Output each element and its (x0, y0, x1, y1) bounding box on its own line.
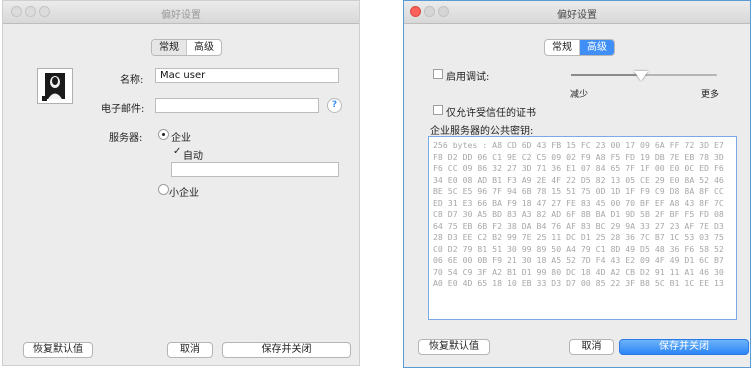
title-bar: 偏好设置 (404, 1, 750, 24)
slider-max-label: 更多 (701, 90, 720, 100)
public-key-text-area[interactable]: 256 bytes : A8 CD 6D 43 FB 15 FC 23 00 1… (428, 136, 737, 320)
server-enterprise-radio[interactable] (158, 129, 169, 140)
save-and-close-button[interactable]: 保存并关闭 (619, 339, 749, 355)
server-small-business-radio[interactable] (158, 184, 169, 195)
email-label: 电子邮件: (101, 104, 145, 115)
slider-fill (571, 74, 642, 76)
tab-advanced[interactable]: 高级 (580, 40, 614, 55)
cancel-button[interactable]: 取消 (167, 342, 213, 358)
server-enterprise-label: 企业 (171, 133, 191, 144)
help-button[interactable]: ? (327, 98, 342, 113)
contact-card-portrait-icon[interactable] (37, 68, 73, 104)
cancel-button[interactable]: 取消 (569, 339, 614, 355)
server-address-field[interactable] (171, 162, 339, 177)
tab-advanced[interactable]: 高级 (187, 40, 221, 55)
name-field[interactable]: Mac user (155, 68, 339, 83)
tab-segmented-control: 常规 高级 (544, 39, 615, 56)
save-and-close-button[interactable]: 保存并关闭 (222, 342, 351, 358)
tab-general[interactable]: 常规 (152, 40, 186, 55)
enable-debug-label: 启用调试: (446, 72, 490, 83)
title-bar: 偏好设置 (3, 1, 359, 24)
tab-general[interactable]: 常规 (545, 40, 579, 55)
restore-defaults-button[interactable]: 恢复默认值 (418, 339, 490, 355)
server-small-business-label: 小企业 (169, 188, 199, 199)
enable-debug-checkbox[interactable] (433, 69, 443, 79)
slider-min-label: 减少 (570, 90, 589, 100)
preferences-window-general: 偏好设置 常规 高级 名称: Mac user 电子邮件: ? 服务器: 企业 … (2, 0, 360, 366)
window-title: 偏好设置 (557, 10, 597, 21)
email-field[interactable] (155, 98, 319, 113)
public-key-label: 企业服务器的公共密钥: (430, 126, 534, 137)
name-label: 名称: (120, 75, 144, 86)
tab-segmented-control: 常规 高级 (151, 39, 222, 56)
preferences-window-advanced: 偏好设置 常规 高级 启用调试: 减少 更多 仅允许受信任的证书 企业服务器的公… (403, 0, 751, 368)
restore-defaults-button[interactable]: 恢复默认值 (23, 342, 93, 358)
slider-thumb[interactable] (634, 71, 649, 81)
trusted-certs-label: 仅允许受信任的证书 (446, 108, 536, 119)
server-label: 服务器: (109, 133, 143, 144)
trusted-certs-checkbox[interactable] (433, 105, 443, 115)
auto-checkbox-label: 自动 (183, 151, 203, 162)
auto-checkbox[interactable]: ✓ (173, 146, 181, 157)
window-title: 偏好设置 (161, 10, 201, 21)
